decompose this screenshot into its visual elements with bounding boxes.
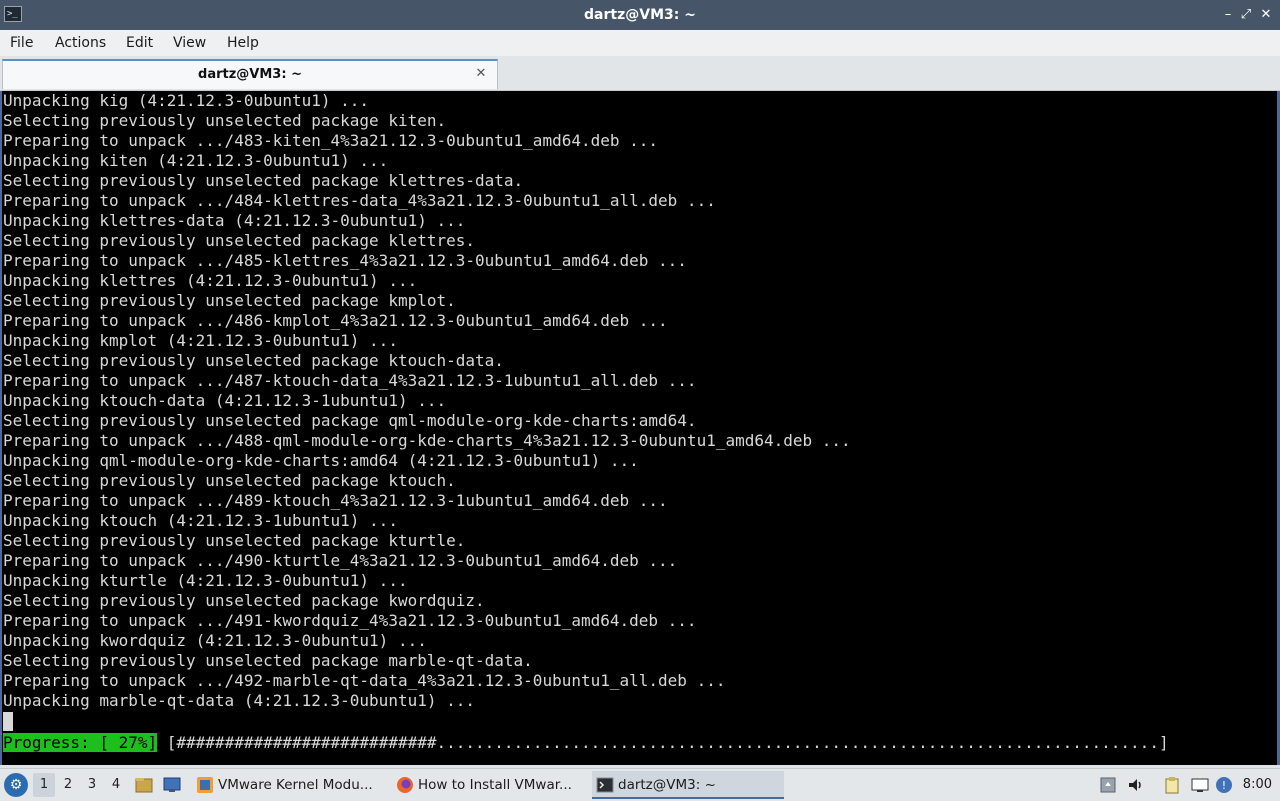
task-terminal-label: dartz@VM3: ~: [618, 777, 716, 793]
menu-edit[interactable]: Edit: [126, 30, 153, 56]
minimize-button[interactable]: –: [1218, 5, 1238, 25]
network-icon[interactable]: [1190, 775, 1210, 795]
terminal-line: Preparing to unpack .../484-klettres-dat…: [3, 191, 716, 210]
desktop-2-button[interactable]: 2: [57, 773, 79, 797]
terminal-line: Selecting previously unselected package …: [3, 591, 485, 610]
terminal-line: Unpacking kwordquiz (4:21.12.3-0ubuntu1)…: [3, 631, 427, 650]
terminal-line: Unpacking kmplot (4:21.12.3-0ubuntu1) ..…: [3, 331, 398, 350]
taskbar: ⚙ 1 2 3 4 VMware Kernel Modu... How to I…: [0, 768, 1280, 801]
terminal-line: Unpacking qml-module-org-kde-charts:amd6…: [3, 451, 639, 470]
window-title: dartz@VM3: ~: [584, 7, 696, 23]
terminal-line: Unpacking klettres-data (4:21.12.3-0ubun…: [3, 211, 466, 230]
terminal-line: Unpacking ktouch (4:21.12.3-1ubuntu1) ..…: [3, 511, 398, 530]
terminal-line: Selecting previously unselected package …: [3, 471, 456, 490]
menu-help[interactable]: Help: [227, 30, 259, 56]
terminal-line: Preparing to unpack .../490-kturtle_4%3a…: [3, 551, 678, 570]
desktop-1-button[interactable]: 1: [33, 773, 55, 797]
terminal-line: Preparing to unpack .../489-ktouch_4%3a2…: [3, 491, 668, 510]
file-manager-icon[interactable]: [134, 775, 154, 795]
firefox-icon: [397, 777, 413, 793]
start-menu-icon[interactable]: ⚙: [4, 773, 28, 797]
terminal-line: Preparing to unpack .../488-qml-module-o…: [3, 431, 851, 450]
vmware-icon: [197, 777, 213, 793]
menu-actions[interactable]: Actions: [55, 30, 106, 56]
task-firefox[interactable]: How to Install VMwar...: [392, 771, 588, 799]
terminal-output: Unpacking kig (4:21.12.3-0ubuntu1) ... Se…: [3, 91, 851, 711]
volume-icon[interactable]: [1126, 775, 1146, 795]
task-vmware[interactable]: VMware Kernel Modu...: [192, 771, 388, 799]
maximize-button[interactable]: ⤢: [1236, 5, 1256, 25]
terminal-line: Selecting previously unselected package …: [3, 291, 456, 310]
terminal-line: Unpacking kturtle (4:21.12.3-0ubuntu1) .…: [3, 571, 408, 590]
close-button[interactable]: ✕: [1256, 5, 1276, 25]
terminal-line: Selecting previously unselected package …: [3, 531, 466, 550]
task-vmware-label: VMware Kernel Modu...: [218, 777, 373, 793]
terminal-line: Selecting previously unselected package …: [3, 651, 533, 670]
clock[interactable]: 8:00: [1243, 769, 1272, 801]
desktop-4-button[interactable]: 4: [105, 773, 127, 797]
clipboard-icon[interactable]: [1162, 775, 1182, 795]
drive-icon[interactable]: [1098, 775, 1118, 795]
terminal-line: Selecting previously unselected package …: [3, 171, 524, 190]
terminal-line: Preparing to unpack .../487-ktouch-data_…: [3, 371, 697, 390]
terminal-line: Preparing to unpack .../492-marble-qt-da…: [3, 671, 726, 690]
task-firefox-label: How to Install VMwar...: [418, 777, 572, 793]
progress-bar: [###########################............…: [166, 733, 1169, 752]
tab-bar: dartz@VM3: ~ ✕: [0, 56, 1280, 91]
update-notifier-icon[interactable]: !: [1214, 775, 1234, 795]
terminal-view[interactable]: Unpacking kig (4:21.12.3-0ubuntu1) ... Se…: [0, 91, 1280, 765]
progress-row: Progress: [ 27%] [######################…: [3, 733, 1169, 753]
terminal-line: Unpacking ktouch-data (4:21.12.3-1ubuntu…: [3, 391, 447, 410]
menu-file[interactable]: File: [10, 30, 33, 56]
terminal-line: Unpacking kig (4:21.12.3-0ubuntu1) ...: [3, 91, 370, 110]
terminal-cursor: [3, 712, 13, 731]
show-desktop-icon[interactable]: [162, 775, 182, 795]
terminal-line: Unpacking kiten (4:21.12.3-0ubuntu1) ...: [3, 151, 389, 170]
tab-terminal[interactable]: dartz@VM3: ~ ✕: [2, 59, 498, 89]
terminal-line: Unpacking klettres (4:21.12.3-0ubuntu1) …: [3, 271, 418, 290]
menu-bar: File Actions Edit View Help: [0, 30, 1280, 56]
svg-text:!: !: [1222, 779, 1226, 792]
terminal-line: Preparing to unpack .../483-kiten_4%3a21…: [3, 131, 659, 150]
progress-label: Progress: [ 27%]: [3, 733, 158, 752]
terminal-line: Selecting previously unselected package …: [3, 411, 697, 430]
terminal-line: Selecting previously unselected package …: [3, 231, 476, 250]
task-terminal[interactable]: dartz@VM3: ~: [592, 771, 784, 799]
terminal-line: Selecting previously unselected package …: [3, 351, 504, 370]
desktop-3-button[interactable]: 3: [81, 773, 103, 797]
tab-close-icon[interactable]: ✕: [473, 66, 489, 82]
menu-view[interactable]: View: [173, 30, 206, 56]
window-titlebar: >_ dartz@VM3: ~ – ⤢ ✕: [0, 0, 1280, 30]
terminal-line: Selecting previously unselected package …: [3, 111, 447, 130]
tab-label: dartz@VM3: ~: [198, 67, 302, 82]
terminal-line: Preparing to unpack .../485-klettres_4%3…: [3, 251, 687, 270]
terminal-line: Preparing to unpack .../486-kmplot_4%3a2…: [3, 311, 668, 330]
terminal-line: Preparing to unpack .../491-kwordquiz_4%…: [3, 611, 697, 630]
terminal-icon: [596, 777, 614, 793]
terminal-line: Unpacking marble-qt-data (4:21.12.3-0ubu…: [3, 691, 476, 710]
